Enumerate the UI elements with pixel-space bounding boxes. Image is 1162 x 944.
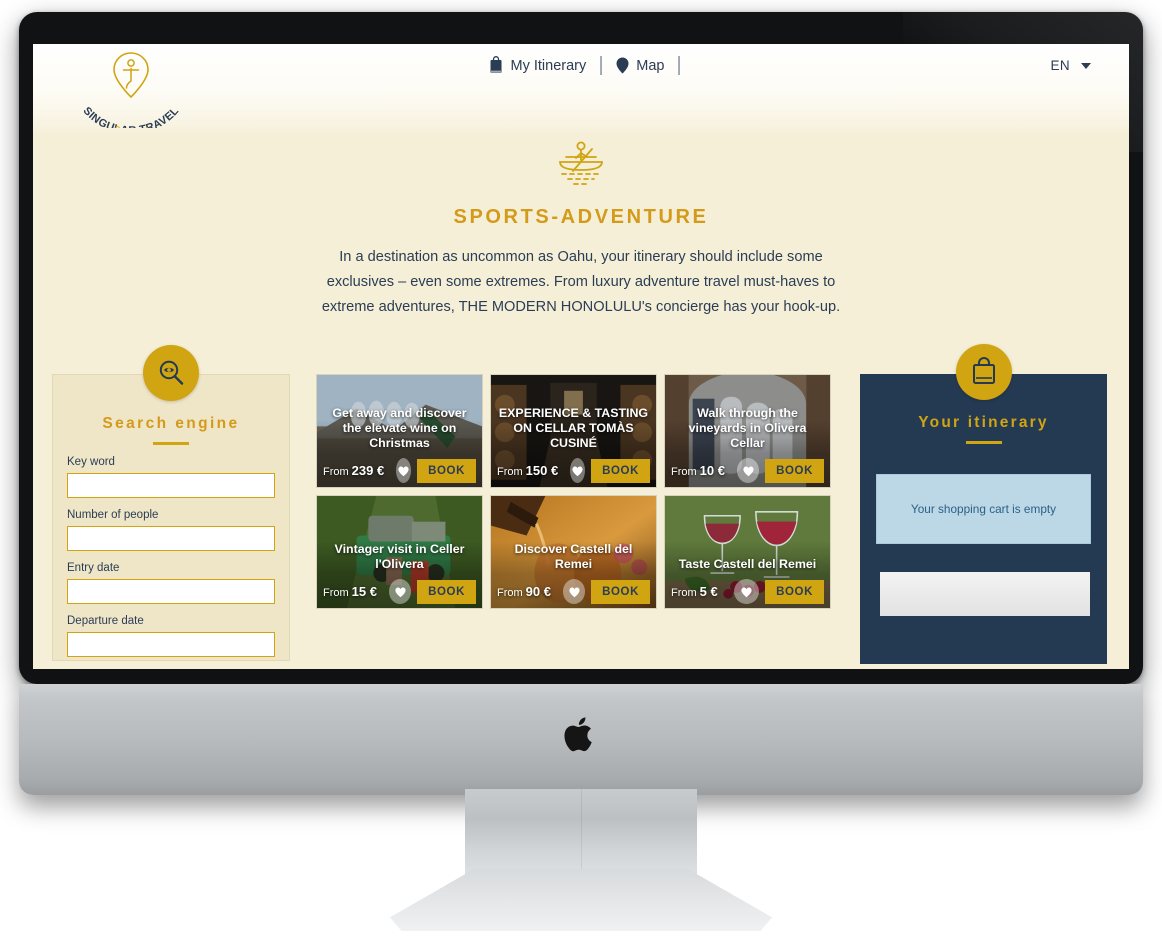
nav-separator-2 bbox=[678, 56, 680, 75]
page-title: SPORTS-ADVENTURE bbox=[453, 206, 709, 228]
empty-cart-message: Your shopping cart is empty bbox=[876, 474, 1091, 544]
product-card-grid: Get away and discover the elevate wine o… bbox=[316, 374, 831, 609]
field-departure-date: Departure date bbox=[67, 615, 275, 657]
search-input-departure-date[interactable] bbox=[67, 632, 275, 657]
book-button[interactable]: BOOK bbox=[591, 458, 650, 483]
favorite-button[interactable] bbox=[734, 579, 760, 604]
site-header: SINGULAR.TRAVEL Barcelona bbox=[33, 44, 1129, 136]
card-footer: From 5 € BOOK bbox=[665, 579, 830, 604]
nav-label-my-itinerary: My Itinerary bbox=[510, 57, 587, 74]
card-price: From 150 € bbox=[497, 463, 559, 478]
product-card[interactable]: EXPERIENCE & TASTING ON CELLAR TOMÀS CUS… bbox=[490, 374, 657, 488]
nav-item-map[interactable]: Map bbox=[605, 56, 674, 75]
chevron-down-icon bbox=[1081, 62, 1091, 69]
card-footer: From 239 € BOOK bbox=[317, 458, 482, 483]
card-footer: From 10 € BOOK bbox=[665, 458, 830, 483]
language-value: EN bbox=[1050, 58, 1070, 73]
heart-icon bbox=[398, 466, 409, 476]
web-page: SINGULAR.TRAVEL Barcelona bbox=[33, 44, 1129, 669]
card-price: From 5 € bbox=[671, 584, 718, 599]
nav-item-my-itinerary[interactable]: My Itinerary bbox=[479, 56, 597, 75]
map-pin-icon bbox=[616, 57, 629, 74]
monitor-chin bbox=[19, 684, 1143, 795]
field-label-entry-date: Entry date bbox=[67, 562, 120, 574]
heart-icon bbox=[572, 466, 583, 476]
shopping-bag-icon bbox=[972, 357, 995, 384]
field-label-key-word: Key word bbox=[67, 456, 115, 468]
heart-icon bbox=[742, 466, 754, 476]
itinerary-panel-rule bbox=[965, 441, 1002, 444]
field-key-word: Key word bbox=[67, 456, 275, 498]
book-button[interactable]: BOOK bbox=[417, 458, 476, 483]
field-label-number-of-people: Number of people bbox=[67, 509, 159, 521]
book-button[interactable]: BOOK bbox=[765, 458, 824, 483]
search-panel-rule bbox=[153, 442, 189, 445]
card-title: EXPERIENCE & TASTING ON CELLAR TOMÀS CUS… bbox=[498, 406, 649, 450]
search-panel-badge bbox=[143, 345, 199, 401]
hero-description: In a destination as uncommon as Oahu, yo… bbox=[321, 249, 841, 315]
product-card[interactable]: Get away and discover the elevate wine o… bbox=[316, 374, 483, 488]
card-title: Discover Castell del Remei bbox=[514, 542, 633, 571]
heart-icon bbox=[394, 587, 406, 597]
book-button[interactable]: BOOK bbox=[765, 579, 824, 604]
card-price: From 10 € bbox=[671, 463, 725, 478]
card-title: Vintager visit in Celler l'Olivera bbox=[334, 542, 465, 571]
nav-separator-1 bbox=[600, 56, 602, 75]
card-footer: From 90 € BOOK bbox=[491, 579, 656, 604]
product-card[interactable]: Discover Castell del Remei From 90 € BOOK bbox=[490, 495, 657, 609]
kayak-rowing-icon bbox=[559, 141, 603, 185]
search-panel-title: Search engine bbox=[102, 415, 240, 432]
card-title: Get away and discover the elevate wine o… bbox=[332, 406, 467, 450]
search-input-number-of-people[interactable] bbox=[67, 526, 275, 551]
search-engine-panel: Search engine Key word Number of people … bbox=[52, 345, 290, 661]
search-input-entry-date[interactable] bbox=[67, 579, 275, 604]
apple-logo-icon bbox=[564, 717, 592, 752]
field-number-of-people: Number of people bbox=[67, 509, 275, 551]
favorite-button[interactable] bbox=[736, 458, 760, 483]
product-card[interactable]: Taste Castell del Remei From 5 € BOOK bbox=[664, 495, 831, 609]
language-selector[interactable]: EN bbox=[1050, 58, 1091, 73]
product-card[interactable]: Vintager visit in Celler l'Olivera From 1… bbox=[316, 495, 483, 609]
book-button[interactable]: BOOK bbox=[417, 579, 476, 604]
card-footer: From 15 € BOOK bbox=[317, 579, 482, 604]
card-price: From 15 € bbox=[323, 584, 377, 599]
card-price: From 239 € bbox=[323, 463, 385, 478]
itinerary-panel: Your itinerary Your shopping cart is emp… bbox=[860, 344, 1107, 664]
shopping-bag-icon bbox=[490, 56, 502, 73]
search-input-key-word[interactable] bbox=[67, 473, 275, 498]
itinerary-panel-title: Your itinerary bbox=[918, 414, 1049, 431]
card-footer: From 150 € BOOK bbox=[491, 458, 656, 483]
field-entry-date: Entry date bbox=[67, 562, 275, 604]
imac-mockup: SINGULAR.TRAVEL Barcelona bbox=[0, 0, 1162, 944]
card-title: Walk through the vineyards in Olivera Ce… bbox=[688, 406, 807, 450]
field-label-departure-date: Departure date bbox=[67, 615, 144, 627]
itinerary-panel-badge bbox=[955, 344, 1012, 400]
favorite-button[interactable] bbox=[570, 458, 586, 483]
product-card[interactable]: Walk through the vineyards in Olivera Ce… bbox=[664, 374, 831, 488]
nav-label-map: Map bbox=[636, 57, 665, 74]
main-content: Search engine Key word Number of people … bbox=[33, 344, 1129, 669]
heart-icon bbox=[741, 587, 752, 597]
monitor-stand-foot bbox=[390, 869, 772, 931]
screen-viewport: SINGULAR.TRAVEL Barcelona bbox=[33, 44, 1129, 669]
favorite-button[interactable] bbox=[396, 458, 412, 483]
card-title: Taste Castell del Remei bbox=[678, 557, 817, 571]
book-button[interactable]: BOOK bbox=[591, 579, 650, 604]
brand-wordmark: SINGULAR.TRAVEL Barcelona bbox=[81, 105, 182, 128]
favorite-button[interactable] bbox=[562, 579, 586, 604]
map-pin-person-logo-icon bbox=[113, 52, 149, 99]
svg-text:SINGULAR.TRAVEL: SINGULAR.TRAVEL bbox=[81, 105, 182, 128]
favorite-button[interactable] bbox=[388, 579, 412, 604]
magnifier-eye-icon bbox=[159, 360, 184, 385]
brand-name-text: SINGULAR.TRAVEL bbox=[81, 105, 181, 128]
itinerary-placeholder-card bbox=[880, 572, 1090, 616]
heart-icon bbox=[568, 587, 580, 597]
top-navigation: My Itinerary Map bbox=[479, 56, 684, 75]
brand-logo[interactable]: SINGULAR.TRAVEL Barcelona bbox=[71, 50, 191, 136]
hero-section: SPORTS-ADVENTURE In a destination as unc… bbox=[33, 136, 1129, 320]
card-price: From 90 € bbox=[497, 584, 551, 599]
